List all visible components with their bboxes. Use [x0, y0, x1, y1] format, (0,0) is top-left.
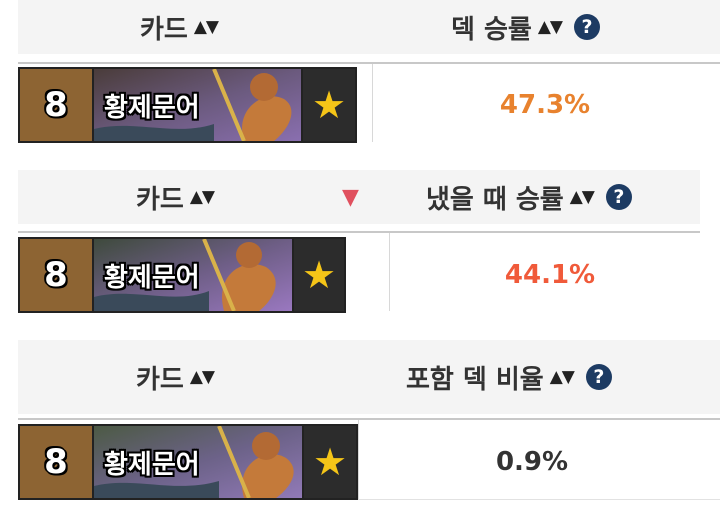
deck-winrate-value: 47.3%: [499, 90, 591, 120]
star-icon[interactable]: ★: [301, 69, 355, 141]
active-sort-marker: ▼: [342, 170, 359, 224]
column-divider: [372, 64, 373, 142]
sort-arrows-icon[interactable]: ▲▼: [190, 367, 215, 387]
star-icon[interactable]: ★: [302, 426, 356, 498]
card-tile[interactable]: 8 황제문어 ★: [18, 237, 346, 313]
header-divider: [18, 62, 720, 64]
mana-cost: 8: [20, 426, 94, 498]
card-name: 황제문어: [104, 92, 200, 123]
card-art: 황제문어: [94, 69, 301, 141]
help-circle-icon[interactable]: ?: [605, 184, 632, 210]
card-tile[interactable]: 8 황제문어 ★: [18, 67, 357, 143]
sort-arrows-icon[interactable]: ▲▼: [570, 187, 595, 207]
sort-arrows-icon[interactable]: ▲▼: [550, 367, 575, 387]
table-header-2: 카드 ▲▼ ▼ 냈을 때 승률 ▲▼ ?: [18, 170, 700, 224]
deck-ratio-column-header[interactable]: 포함 덱 비율 ▲▼ ?: [406, 340, 612, 414]
played-winrate-label: 냈을 때 승률: [426, 184, 564, 215]
card-name: 황제문어: [104, 262, 200, 293]
sort-arrows-icon[interactable]: ▲▼: [538, 17, 563, 37]
card-tile[interactable]: 8 황제문어 ★: [18, 424, 358, 500]
card-art: 황제문어: [94, 239, 292, 311]
mana-cost: 8: [20, 239, 94, 311]
card-column-header[interactable]: 카드 ▲▼: [136, 170, 215, 224]
card-art: 황제문어: [94, 426, 302, 498]
card-column-header[interactable]: 카드 ▲▼: [136, 340, 215, 414]
card-column-label: 카드: [136, 364, 184, 395]
help-circle-icon[interactable]: ?: [585, 364, 612, 390]
deck-winrate-column-header[interactable]: 덱 승률 ▲▼ ?: [451, 0, 600, 54]
deck-winrate-label: 덱 승률: [451, 14, 532, 45]
column-divider: [358, 420, 359, 500]
star-icon[interactable]: ★: [292, 239, 344, 311]
column-divider: [389, 233, 390, 311]
card-column-label: 카드: [136, 184, 184, 215]
mana-cost: 8: [20, 69, 94, 141]
table-header-1: 카드 ▲▼ 덱 승률 ▲▼ ?: [18, 0, 720, 54]
played-winrate-value: 44.1%: [504, 260, 596, 290]
card-column-header[interactable]: 카드 ▲▼: [140, 0, 219, 54]
sort-marker-icon: ▼: [342, 184, 359, 210]
table-header-3: 카드 ▲▼ 포함 덱 비율 ▲▼ ?: [18, 340, 720, 414]
card-column-label: 카드: [140, 14, 188, 45]
deck-ratio-value: 0.9%: [495, 447, 569, 477]
deck-ratio-label: 포함 덱 비율: [406, 364, 544, 395]
help-circle-icon[interactable]: ?: [573, 14, 600, 40]
header-divider: [18, 418, 720, 420]
header-divider: [18, 231, 700, 233]
card-name: 황제문어: [104, 449, 200, 480]
sort-arrows-icon[interactable]: ▲▼: [190, 187, 215, 207]
played-winrate-column-header[interactable]: 냈을 때 승률 ▲▼ ?: [426, 170, 632, 224]
sort-arrows-icon[interactable]: ▲▼: [194, 17, 219, 37]
